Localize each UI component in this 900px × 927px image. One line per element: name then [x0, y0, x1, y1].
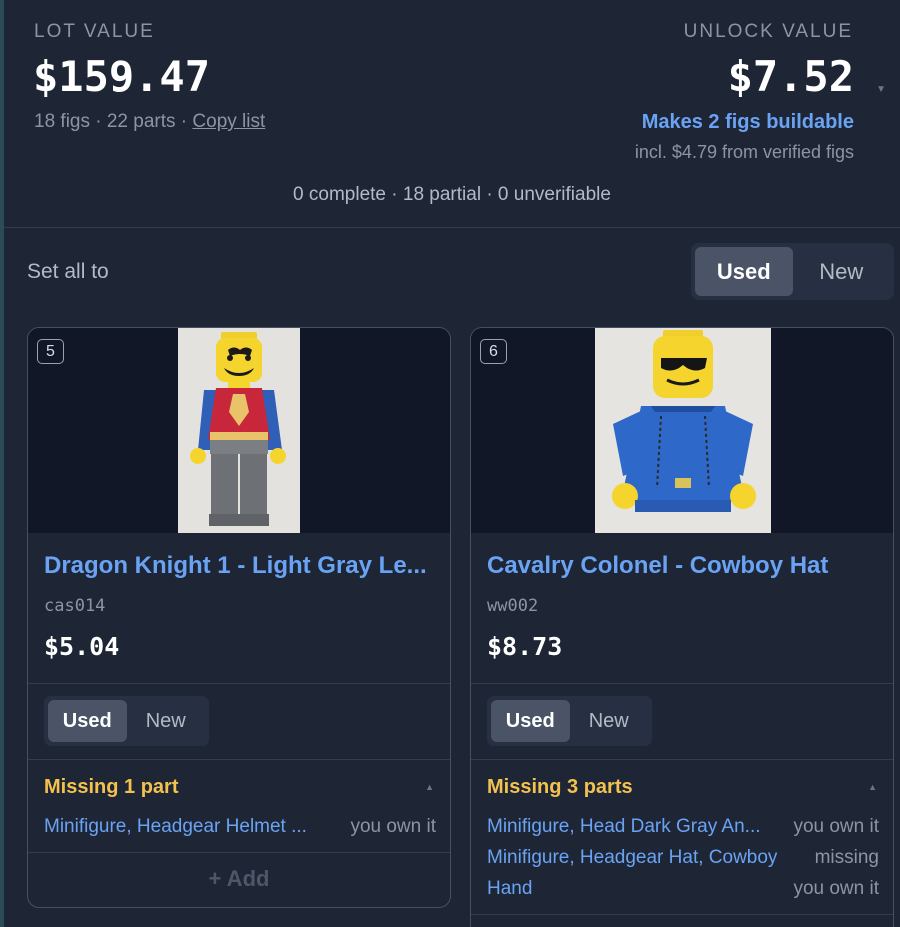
divider — [471, 683, 893, 684]
new-button[interactable]: New — [570, 700, 649, 742]
set-all-used-button[interactable]: Used — [695, 247, 793, 296]
part-row: Minifigure, Headgear Hat, Cowboy missing — [487, 847, 879, 871]
caret-up-icon[interactable]: ▲ — [868, 782, 877, 792]
add-part-button[interactable]: + Add — [28, 866, 450, 892]
missing-parts-heading[interactable]: Missing 1 part — [44, 776, 178, 799]
buildable-note[interactable]: Makes 2 figs buildable — [642, 111, 854, 134]
minifig-code: ww002 — [487, 596, 539, 616]
position-badge: 6 — [480, 339, 507, 364]
unlock-value: $7.52 — [727, 52, 854, 101]
minifig-photo — [178, 328, 300, 533]
verified-note: incl. $4.79 from verified figs — [634, 142, 854, 162]
lot-meta: 18 figs · 22 parts · Copy list — [34, 111, 265, 133]
part-name-link[interactable]: Minifigure, Headgear Hat, Cowboy — [487, 847, 777, 871]
used-button[interactable]: Used — [491, 700, 570, 742]
divider — [28, 759, 450, 760]
unlock-value-label: UNLOCK VALUE — [683, 21, 853, 42]
lot-summary: LOT VALUE $159.47 18 figs · 22 parts · C… — [4, 0, 900, 228]
minifig-code: cas014 — [44, 596, 106, 616]
set-all-new-button[interactable]: New — [793, 247, 891, 296]
lot-value-label: LOT VALUE — [34, 21, 155, 42]
used-button[interactable]: Used — [48, 700, 127, 742]
divider — [28, 852, 450, 853]
part-name-link[interactable]: Hand — [487, 878, 532, 902]
condition-toggle: Used New — [44, 696, 209, 746]
lot-value: $159.47 — [33, 52, 211, 101]
part-status: you own it — [793, 878, 879, 899]
condition-toggle: Used New — [487, 696, 652, 746]
minifig-card: 6 Cavalry Colonel - Cowboy Hat ww002 $8.… — [470, 327, 894, 927]
new-button[interactable]: New — [127, 700, 206, 742]
part-row: Minifigure, Headgear Helmet ... you own … — [44, 816, 436, 840]
copy-list-link[interactable]: Copy list — [192, 111, 265, 132]
chevron-down-icon[interactable]: ▼ — [876, 84, 886, 95]
part-name-link[interactable]: Minifigure, Head Dark Gray An... — [487, 816, 761, 840]
part-row: Hand you own it — [487, 878, 879, 902]
part-status: you own it — [793, 816, 879, 837]
minifig-name-link[interactable]: Cavalry Colonel - Cowboy Hat — [487, 552, 882, 580]
minifig-image-area: 5 — [28, 328, 450, 533]
minifig-card: 5 Dragon Knight 1 - Light Gray Le... cas… — [27, 327, 451, 908]
minifig-photo — [595, 328, 771, 533]
minifig-name-link[interactable]: Dragon Knight 1 - Light Gray Le... — [44, 552, 439, 580]
minifig-image-area: 6 — [471, 328, 893, 533]
part-status: missing — [814, 847, 879, 868]
minifig-price: $5.04 — [44, 632, 120, 661]
missing-parts-heading[interactable]: Missing 3 parts — [487, 776, 633, 799]
set-all-label: Set all to — [27, 260, 109, 283]
completion-counts: 0 complete · 18 partial · 0 unverifiable — [293, 184, 611, 205]
divider — [471, 759, 893, 760]
lot-counts-text: 18 figs · 22 parts · — [34, 111, 193, 132]
divider — [28, 683, 450, 684]
minifig-price: $8.73 — [487, 632, 563, 661]
divider — [471, 914, 893, 915]
part-status: you own it — [350, 816, 436, 837]
set-all-condition-toggle: Used New — [691, 243, 894, 300]
part-name-link[interactable]: Minifigure, Headgear Helmet ... — [44, 816, 307, 840]
position-badge: 5 — [37, 339, 64, 364]
caret-up-icon[interactable]: ▲ — [425, 782, 434, 792]
part-row: Minifigure, Head Dark Gray An... you own… — [487, 816, 879, 840]
